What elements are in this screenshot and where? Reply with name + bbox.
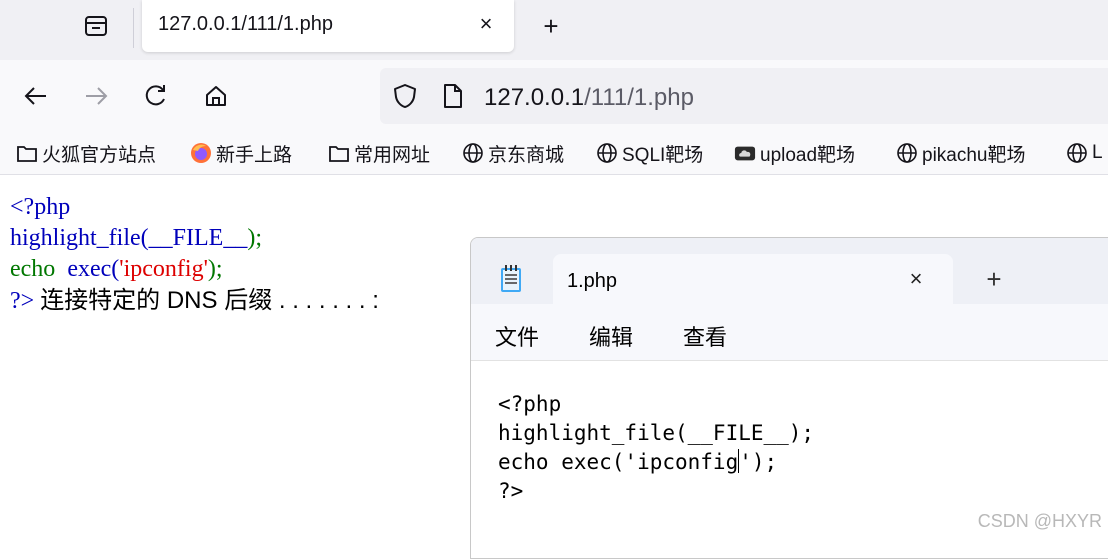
tab-list-button[interactable] (80, 10, 112, 42)
source-line-4: ?> 连接特定的 DNS 后缀 . . . . . . . : (10, 285, 379, 317)
bookmarks-toolbar: 火狐官方站点 新手上路 常用网址 京东商城 SQLI靶场 upload靶场 pi… (0, 132, 1108, 175)
reload-button[interactable] (138, 78, 174, 114)
bookmark-label: 京东商城 (488, 144, 565, 166)
globe-icon (896, 142, 918, 164)
notepad-new-tab-button[interactable]: + (979, 264, 1009, 294)
source-line-3: echo exec('ipconfig'); (10, 254, 379, 285)
bookmark-truncated[interactable]: L (1066, 138, 1103, 168)
function-name: highlight_file( (10, 225, 149, 251)
tab-title: 127.0.0.1/111/1.php (158, 13, 333, 35)
bookmark-getting-started[interactable]: 新手上路 (190, 138, 292, 168)
csdn-watermark: CSDN @HXYR (977, 511, 1102, 531)
source-line-1: <?php (10, 192, 379, 223)
reload-icon (145, 85, 165, 106)
tab-separator (133, 8, 134, 48)
php-open-tag: <?php (10, 194, 71, 220)
notepad-title-bar: 1.php × + (471, 238, 1108, 304)
editor-line-3-before-caret: echo exec('ipconfig (498, 450, 739, 474)
new-tab-button[interactable]: + (535, 10, 567, 42)
browser-nav-bar: 127.0.0.1/111/1.php (0, 60, 1108, 132)
folder-icon (16, 142, 38, 164)
editor-line-3-after-caret: '); (739, 450, 778, 474)
tracking-shield-icon[interactable] (392, 82, 418, 110)
globe-icon (596, 142, 618, 164)
bookmark-upload[interactable]: upload靶场 (734, 138, 855, 168)
tab-list-icon (85, 16, 107, 36)
notepad-tab[interactable]: 1.php × (553, 254, 953, 304)
page-info-icon[interactable] (442, 82, 464, 110)
notepad-app-icon (501, 265, 521, 292)
editor-line-1: <?php (498, 392, 562, 416)
editor-line-4: ?> (498, 479, 524, 503)
notepad-tab-close-icon[interactable]: × (901, 264, 931, 294)
source-line-2: highlight_file(__FILE__); (10, 223, 379, 254)
string-literal: 'ipconfig' (119, 256, 208, 282)
folder-icon (328, 142, 350, 164)
editor-line-2: highlight_file(__FILE__); (498, 421, 815, 445)
menu-view[interactable]: 查看 (683, 320, 727, 352)
back-button[interactable] (18, 78, 54, 114)
menu-file[interactable]: 文件 (495, 320, 539, 352)
bookmark-label: 常用网址 (354, 144, 431, 166)
back-arrow-icon (24, 87, 46, 105)
home-icon (206, 86, 226, 106)
bookmark-label: 火狐官方站点 (42, 144, 157, 166)
globe-icon (462, 142, 484, 164)
notepad-tab-title: 1.php (567, 270, 618, 292)
notepad-menu-bar: 文件 编辑 查看 (471, 304, 1108, 361)
globe-icon (1066, 142, 1088, 164)
bookmark-firefox-official[interactable]: 火狐官方站点 (16, 138, 156, 168)
highlighted-php-source: <?php highlight_file(__FILE__); echo exe… (10, 192, 379, 317)
statement-end: ); (247, 225, 262, 251)
tab-close-icon[interactable]: × (472, 10, 500, 38)
command-output: 连接特定的 DNS 后缀 . . . . . . . : (40, 287, 379, 314)
bookmark-pikachu[interactable]: pikachu靶场 (896, 138, 1026, 168)
firefox-icon (190, 142, 212, 164)
notepad-editor[interactable]: <?php highlight_file(__FILE__); echo exe… (498, 390, 814, 506)
bookmark-jd[interactable]: 京东商城 (462, 138, 564, 168)
url-bar[interactable]: 127.0.0.1/111/1.php (380, 68, 1108, 124)
bookmark-label: SQLI靶场 (622, 144, 704, 166)
url-path: /111/1.php (584, 84, 694, 111)
bookmark-common-sites[interactable]: 常用网址 (328, 138, 430, 168)
cloud-icon (734, 142, 756, 164)
bookmark-label: upload靶场 (760, 144, 856, 166)
php-close-tag: ?> (10, 288, 35, 314)
url-text[interactable]: 127.0.0.1/111/1.php (484, 84, 694, 112)
bookmark-label: pikachu靶场 (922, 144, 1026, 166)
home-button[interactable] (198, 78, 234, 114)
echo-keyword: echo (10, 256, 56, 282)
browser-tab-bar: 127.0.0.1/111/1.php × + (0, 0, 1108, 60)
editor-line-3: echo exec('ipconfig'); (498, 448, 814, 477)
bookmark-label: L (1092, 142, 1103, 163)
bookmark-sqli[interactable]: SQLI靶场 (596, 138, 703, 168)
forward-arrow-icon (86, 87, 108, 105)
file-constant: __FILE__ (148, 225, 248, 251)
statement-end: ); (207, 256, 223, 282)
url-host: 127.0.0.1 (484, 84, 585, 111)
menu-edit[interactable]: 编辑 (589, 320, 633, 352)
browser-tab-active[interactable]: 127.0.0.1/111/1.php × (142, 0, 514, 52)
bookmark-label: 新手上路 (216, 144, 293, 166)
exec-call: exec( (67, 256, 120, 282)
forward-button[interactable] (78, 78, 114, 114)
